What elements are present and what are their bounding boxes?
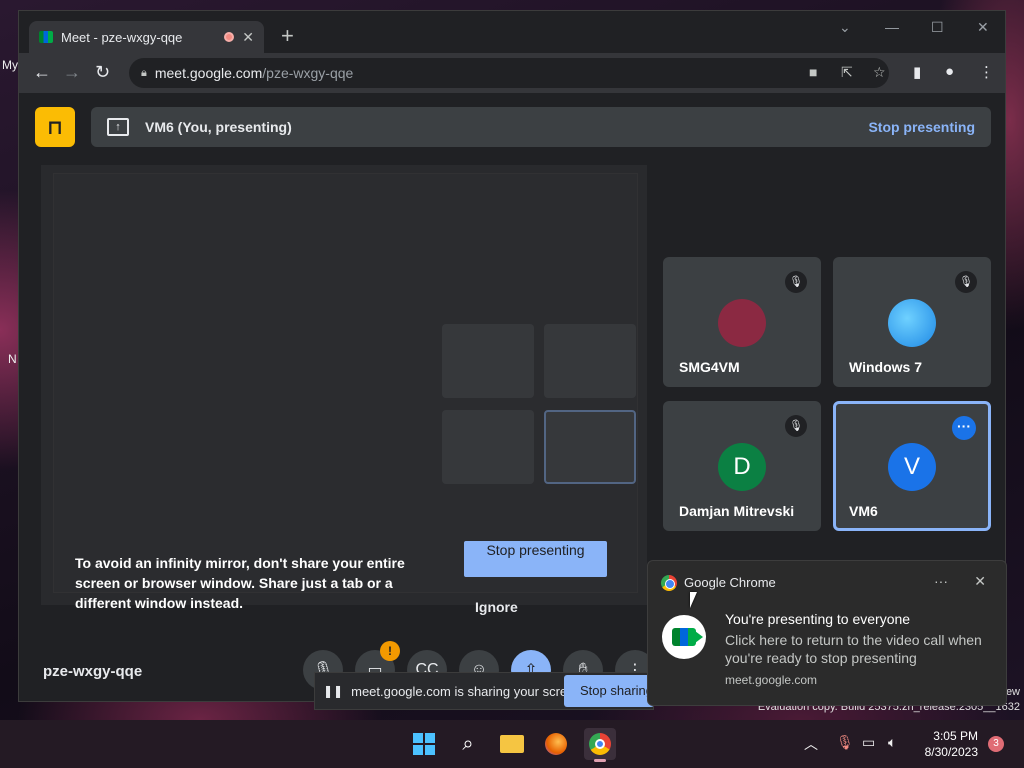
- mic-off-icon: 🎙︎: [955, 271, 977, 293]
- browser-toolbar: ← → ↻ 🔒︎ meet.google.com/pze-wxgy-qqe ■ …: [19, 53, 1005, 93]
- lock-icon: 🔒︎: [141, 66, 147, 79]
- microphone-in-use-icon[interactable]: 🎙︎: [836, 734, 854, 751]
- avatar-initial: V: [903, 453, 920, 480]
- avatar: V: [888, 443, 936, 491]
- tab-strip: Meet - pze-wxgy-qqe ✕ + ⌄ — ☐ ✕: [19, 11, 1005, 53]
- mirror-tile: [442, 324, 534, 398]
- desktop-icon-label[interactable]: My: [2, 58, 18, 72]
- firefox-icon[interactable]: [540, 728, 572, 760]
- minimize-icon[interactable]: —: [885, 19, 899, 35]
- back-icon[interactable]: ←: [33, 62, 51, 83]
- recording-icon: [224, 32, 235, 42]
- network-icon[interactable]: ▭: [862, 734, 875, 751]
- reload-icon[interactable]: ↻: [95, 62, 110, 83]
- meeting-code: pze-wxgy-qqe: [43, 663, 143, 680]
- close-tab-icon[interactable]: ✕: [242, 29, 254, 46]
- participant-tile[interactable]: 🎙︎ Windows 7: [833, 257, 991, 387]
- notification-body: Click here to return to the video call w…: [725, 632, 982, 666]
- participant-tile[interactable]: 🎙︎ D Damjan Mitrevski: [663, 401, 821, 531]
- chrome-logo-icon: [661, 575, 677, 591]
- file-explorer-icon[interactable]: [496, 728, 528, 760]
- infinity-mirror-warning: To avoid an infinity mirror, don't share…: [75, 555, 405, 611]
- participant-name: Damjan Mitrevski: [679, 503, 795, 519]
- notification-title: You're presenting to everyone: [725, 611, 911, 627]
- watermark-line1: ew: [1005, 686, 1020, 698]
- windows-logo-icon: [413, 733, 435, 755]
- camera-icon[interactable]: ■: [809, 64, 817, 80]
- participant-name: VM6: [849, 503, 878, 519]
- mirror-tile: [442, 410, 534, 484]
- clock-date: 8/30/2023: [924, 745, 978, 759]
- chevron-down-icon[interactable]: ⌄: [839, 19, 851, 36]
- participant-tile-self[interactable]: ··· V VM6: [833, 401, 991, 531]
- presenting-label: VM6 (You, presenting): [145, 119, 292, 135]
- menu-icon[interactable]: ⋮: [979, 63, 994, 81]
- stop-sharing-button[interactable]: Stop sharing: [564, 675, 654, 707]
- screen-mirror-preview: [41, 165, 647, 605]
- mirror-tile: [544, 324, 636, 398]
- bookmark-star-icon[interactable]: ☆: [873, 64, 886, 81]
- chrome-notification[interactable]: Google Chrome ··· ✕ You're presenting to…: [647, 560, 1007, 706]
- side-panel-icon[interactable]: ▮: [913, 63, 921, 81]
- profile-icon[interactable]: ●: [945, 63, 954, 80]
- tab-meet[interactable]: Meet - pze-wxgy-qqe ✕: [29, 21, 264, 53]
- volume-icon[interactable]: 🔈︎: [888, 734, 896, 751]
- close-window-icon[interactable]: ✕: [977, 19, 989, 36]
- stop-presenting-link[interactable]: Stop presenting: [868, 119, 975, 135]
- mic-off-icon: 🎙︎: [785, 271, 807, 293]
- chrome-taskbar-icon[interactable]: [584, 728, 616, 762]
- pause-icon[interactable]: ❚❚: [323, 684, 343, 698]
- start-button[interactable]: [408, 728, 440, 760]
- mirror-tile: [544, 410, 636, 484]
- mouse-cursor-icon: [690, 592, 697, 608]
- participant-tile[interactable]: 🎙︎ SMG4VM: [663, 257, 821, 387]
- sharing-message: meet.google.com is sharing your screen.: [351, 683, 586, 699]
- desktop-icon-label[interactable]: N: [8, 352, 17, 366]
- maximize-icon[interactable]: ☐: [931, 19, 944, 36]
- ignore-button[interactable]: Ignore: [475, 599, 518, 615]
- search-icon[interactable]: ⌕: [452, 728, 484, 760]
- meet-favicon-icon: [39, 31, 53, 43]
- windows-logo-avatar: [888, 299, 936, 347]
- mic-off-icon: 🎙︎: [785, 415, 807, 437]
- avatar: D: [718, 443, 766, 491]
- present-screen-icon: ↑: [107, 118, 129, 136]
- clock[interactable]: 3:05 PM 8/30/2023: [925, 728, 978, 760]
- stop-presenting-button[interactable]: Stop presenting: [464, 541, 607, 577]
- more-options-icon[interactable]: ···: [952, 416, 976, 440]
- close-icon[interactable]: ✕: [974, 573, 986, 590]
- mirror-inner-window: [53, 173, 638, 593]
- camera-warning-badge: !: [380, 641, 400, 661]
- clock-time: 3:05 PM: [933, 729, 978, 743]
- notification-count-badge[interactable]: 3: [988, 736, 1004, 752]
- url-text: meet.google.com/pze-wxgy-qqe: [154, 65, 354, 81]
- taskbar: ⌕ ︿ 🎙︎ ▭ 🔈︎ 3:05 PM 8/30/2023 3: [0, 720, 1024, 768]
- notification-app-name: Google Chrome: [684, 575, 776, 590]
- participant-name: SMG4VM: [679, 359, 740, 375]
- tab-title: Meet - pze-wxgy-qqe: [61, 29, 183, 45]
- participant-name: Windows 7: [849, 359, 922, 375]
- share-icon[interactable]: ⇱: [841, 64, 853, 81]
- avatar-initial: D: [733, 453, 751, 480]
- chevron-up-icon[interactable]: ︿: [804, 734, 818, 754]
- door-icon[interactable]: ⊓: [35, 107, 75, 147]
- avatar: [718, 299, 766, 347]
- address-bar[interactable]: 🔒︎ meet.google.com/pze-wxgy-qqe ■ ⇱ ☆: [129, 58, 889, 88]
- google-meet-logo-icon: [662, 615, 706, 659]
- new-tab-icon[interactable]: +: [281, 25, 294, 47]
- notification-source: meet.google.com: [725, 673, 818, 687]
- more-options-icon[interactable]: ···: [934, 573, 948, 589]
- presenting-bar: ↑ VM6 (You, presenting) Stop presenting: [91, 107, 991, 147]
- forward-icon[interactable]: →: [63, 62, 81, 83]
